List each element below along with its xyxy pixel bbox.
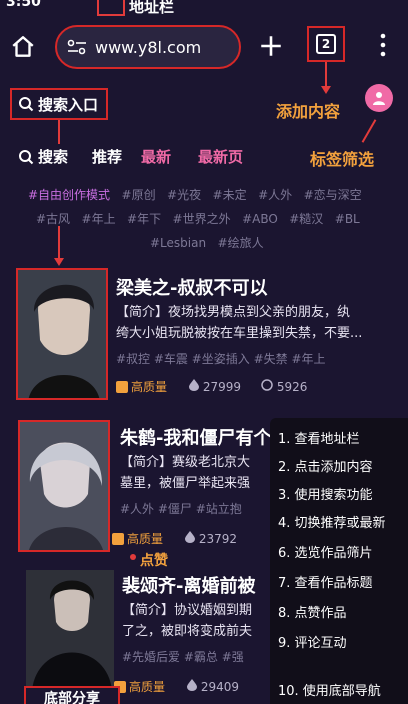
annotation-arrow (321, 86, 331, 94)
quality-badge: 高质量 (114, 678, 165, 695)
work-meta: 高质量 29409 (114, 678, 239, 695)
work-meta: 高质量 27999 5926 (116, 378, 307, 395)
address-bar[interactable]: www.y8l.com (55, 25, 241, 69)
work-intro: 【简介】赛级老北京大 墓里，被僵尸举起来强 (120, 452, 270, 494)
site-settings-icon[interactable] (67, 39, 87, 55)
tag-item[interactable]: #未定 (213, 188, 247, 202)
address-annotation-label: 地址栏 (129, 0, 175, 16)
annotation-arrow (54, 258, 64, 266)
annotation-line (58, 120, 60, 144)
tab-search[interactable]: 搜索 (18, 146, 68, 167)
work-cover[interactable] (18, 420, 110, 552)
like-count[interactable]: 27999 (189, 379, 241, 394)
search-icon (19, 149, 34, 164)
flame-icon (185, 531, 196, 543)
tag-filter-annotation: 标签筛选 (310, 150, 375, 169)
tab-latest-page[interactable]: 最新页 (198, 146, 243, 167)
search-entry-button[interactable]: 搜索入口 (10, 88, 108, 120)
annotation-line (361, 119, 377, 143)
step-item: 3. 使用搜索功能 (278, 488, 373, 503)
tag-item[interactable]: #糙汉 (289, 212, 323, 226)
tag-item[interactable]: #年上 (82, 212, 116, 226)
tab-count: 2 (316, 34, 336, 54)
comment-count[interactable]: 5926 (261, 379, 307, 394)
step-item: 9. 评论互动 (278, 636, 347, 651)
quality-badge: 高质量 (112, 530, 163, 547)
work-cover[interactable] (24, 568, 116, 688)
step-item: 2. 点击添加内容 (278, 460, 373, 475)
tag-item[interactable]: #古风 (36, 212, 70, 226)
intro-line: 了之，被即将变成前夫 (122, 624, 253, 639)
tag-item[interactable]: #恋与深空 (304, 188, 362, 202)
tag-item[interactable]: #ABO (242, 212, 278, 226)
step-item: 7. 查看作品标题 (278, 576, 373, 591)
annotation-line (58, 226, 60, 262)
status-time: 3:50 (6, 0, 41, 10)
tag-item[interactable]: #光夜 (167, 188, 201, 202)
add-content-annotation: 添加内容 (276, 102, 341, 121)
intro-line: 【简介】协议婚姻到期 (122, 603, 253, 618)
quality-icon (116, 380, 128, 393)
new-tab-plus-icon[interactable] (258, 33, 284, 59)
cover-illustration (20, 422, 108, 550)
url-text[interactable]: www.y8l.com (95, 38, 201, 57)
work-title[interactable]: 裴颂齐-离婚前被 (122, 572, 270, 598)
cover-illustration (26, 570, 114, 686)
work-intro: 【简介】协议婚姻到期 了之，被即将变成前夫 (122, 600, 270, 642)
tag-row: #Lesbian #绘旅人 (150, 234, 264, 251)
tab-switcher-button[interactable]: 2 (307, 26, 345, 62)
step-item: 6. 选览作品筛片 (278, 546, 373, 561)
flame-icon (187, 679, 198, 691)
like-count[interactable]: 29409 (187, 679, 239, 694)
tag-item[interactable]: #人外 (258, 188, 292, 202)
quality-badge: 高质量 (116, 378, 167, 395)
intro-line: 【简介】夜场找男模点到父亲的朋友，纨 (116, 305, 351, 320)
step-item: 4. 切换推荐或最新 (278, 516, 386, 531)
work-tags: #叔控 #车震 #坐姿插入 #失禁 #年上 (116, 352, 326, 366)
tag-item[interactable]: #自由创作模式 (28, 188, 110, 202)
work-cover[interactable] (16, 268, 108, 400)
intro-line: 墓里，被僵尸举起来强 (120, 476, 251, 491)
work-meta: 高质量 23792 (112, 530, 237, 547)
tag-item[interactable]: #BL (335, 212, 360, 226)
work-title[interactable]: 朱鹤-我和僵尸有个 (120, 424, 270, 450)
tag-row: #古风 #年上 #年下 #世界之外 #ABO #糙汉 #BL (36, 210, 360, 227)
bottom-share-annotation: 底部分享 (24, 686, 120, 704)
like-annotation: 点赞 (140, 553, 168, 569)
address-annotation-bracket (97, 0, 125, 16)
steps-panel: 1. 查看地址栏 2. 点击添加内容 3. 使用搜索功能 4. 切换推荐或最新 … (270, 418, 408, 704)
tag-item[interactable]: #原创 (122, 188, 156, 202)
work-tags: #先婚后爱 #霸总 #强 (122, 650, 244, 664)
tab-search-label: 搜索 (38, 148, 69, 166)
user-icon (373, 92, 385, 105)
work-tags: #人外 #僵尸 #站立抱 (120, 502, 242, 516)
step-item: 8. 点赞作品 (278, 606, 347, 621)
tag-item[interactable]: #年下 (127, 212, 161, 226)
step-item: 10. 使用底部导航 (278, 684, 381, 699)
annotation-line (325, 62, 327, 88)
cover-illustration (18, 270, 106, 398)
flame-icon (189, 379, 200, 391)
tag-filter-avatar[interactable] (365, 84, 393, 112)
work-title[interactable]: 梁美之-叔叔不可以 (116, 274, 401, 300)
intro-line: 【简介】赛级老北京大 (120, 455, 251, 470)
home-icon[interactable] (10, 34, 36, 60)
step-item: 1. 查看地址栏 (278, 432, 360, 447)
work-intro: 【简介】夜场找男模点到父亲的朋友，纨 绔大小姐玩脱被按在车里操到失禁，不要... (116, 302, 402, 344)
more-menu-icon[interactable] (378, 32, 388, 58)
tag-row: #自由创作模式 #原创 #光夜 #未定 #人外 #恋与深空 (28, 186, 362, 203)
search-entry-label: 搜索入口 (38, 95, 99, 114)
search-icon (19, 97, 34, 112)
like-annotation-dot (130, 554, 136, 560)
intro-line: 绔大小姐玩脱被按在车里操到失禁，不要... (116, 326, 363, 341)
like-count[interactable]: 23792 (185, 531, 237, 546)
quality-icon (112, 532, 124, 545)
tag-item[interactable]: #Lesbian (150, 236, 206, 250)
tag-item[interactable]: #世界之外 (173, 212, 231, 226)
tab-recommend[interactable]: 推荐 (92, 146, 122, 167)
tab-latest[interactable]: 最新 (141, 146, 171, 167)
comment-icon (261, 379, 273, 391)
tag-item[interactable]: #绘旅人 (218, 236, 264, 250)
